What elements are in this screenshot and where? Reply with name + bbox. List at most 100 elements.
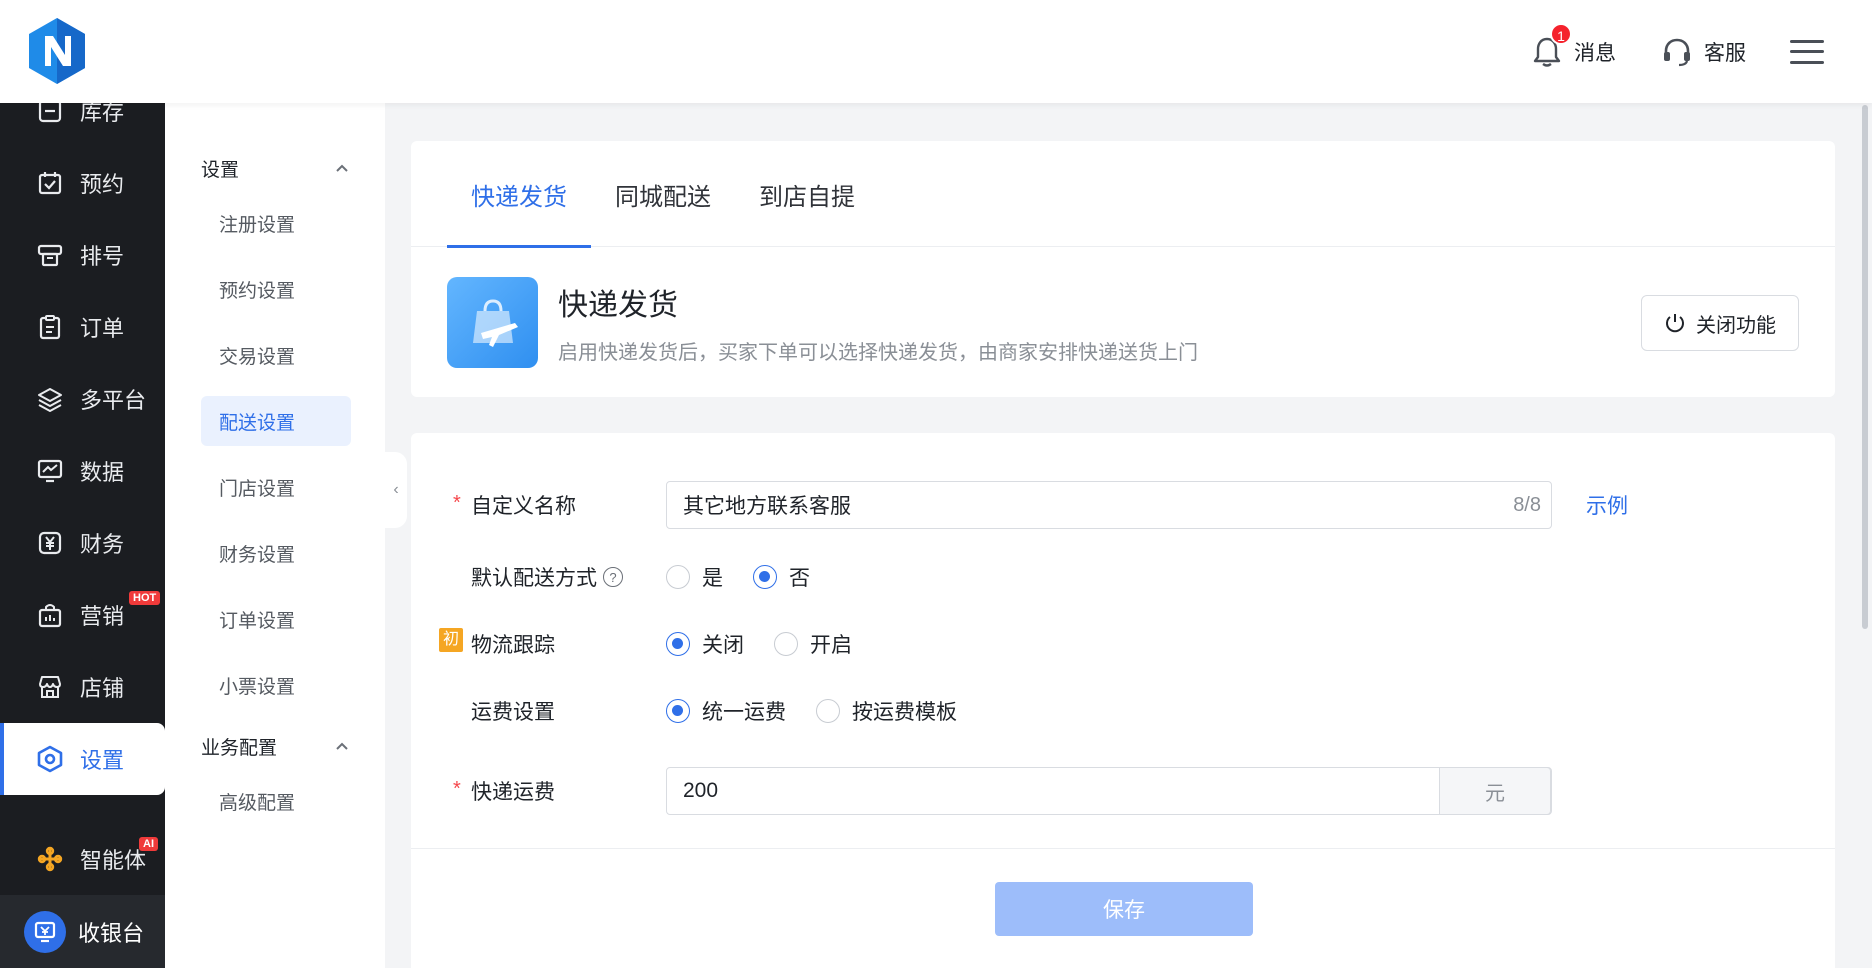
subnav-item-receipt[interactable]: 小票设置 (201, 660, 351, 710)
sidebar-item-label: 库存 (80, 103, 125, 125)
subnav-item-trade[interactable]: 交易设置 (201, 330, 351, 380)
express-shipping-icon (447, 277, 538, 368)
subnav-item-order[interactable]: 订单设置 (201, 594, 351, 644)
sidebar-item-multiplatform[interactable]: 多平台 (0, 363, 165, 435)
radio-off[interactable]: 关闭 (666, 629, 744, 659)
form-divider (411, 848, 1835, 849)
sidebar-item-label: 预约 (80, 172, 125, 197)
customer-service-button[interactable]: 客服 (1660, 35, 1746, 69)
sidebar-item-label: 订单 (80, 316, 125, 341)
sidebar-item-settings[interactable]: 设置 (0, 723, 165, 795)
form-row-express-fee: * 快递运费 200 元 (411, 767, 1835, 815)
radio-yes[interactable]: 是 (666, 562, 723, 592)
radio-fee-template[interactable]: 按运费模板 (816, 696, 957, 726)
form-row-custom-name: * 自定义名称 其它地方联系客服 8/8 示例 (411, 481, 1835, 529)
radio-circle (666, 632, 690, 656)
page-scrollbar[interactable] (1862, 105, 1868, 629)
radio-label: 是 (702, 567, 723, 590)
sidebar-item-label: 多平台 (80, 388, 147, 413)
subnav-item-delivery[interactable]: 配送设置 (201, 396, 351, 446)
feature-description: 启用快递发货后，买家下单可以选择快递发货，由商家安排快递送货上门 (558, 342, 1198, 364)
top-header: 1 消息 客服 (0, 0, 1872, 103)
clipboard-icon (36, 313, 64, 341)
hamburger-menu-icon[interactable] (1790, 35, 1824, 69)
radio-label: 关闭 (702, 634, 744, 657)
hot-badge: HOT (129, 591, 161, 605)
sidebar-item-inventory[interactable]: 库存 (0, 103, 165, 147)
disable-feature-button[interactable]: 关闭功能 (1641, 295, 1799, 351)
disable-feature-label: 关闭功能 (1696, 314, 1776, 337)
tab-local-delivery[interactable]: 同城配送 (591, 141, 735, 247)
cashier-button[interactable]: 收银台 (0, 895, 165, 968)
radio-circle (753, 565, 777, 589)
save-button[interactable]: 保存 (995, 882, 1253, 936)
delivery-tabs: 快递发货 同城配送 到店自提 (411, 141, 1835, 248)
char-counter: 8/8 (1513, 493, 1541, 516)
form-row-default-delivery: 默认配送方式? 是 否 (411, 557, 1835, 597)
subnav-item-reservation[interactable]: 预约设置 (201, 264, 351, 314)
custom-name-label: 自定义名称 (471, 495, 576, 518)
field-label: * 快递运费 (411, 776, 671, 806)
subnav-item-finance[interactable]: 财务设置 (201, 528, 351, 578)
help-icon[interactable]: ? (603, 567, 623, 587)
subnav-group-business[interactable]: 业务配置 (165, 716, 385, 776)
freight-radios: 统一运费 按运费模板 (666, 696, 987, 726)
sidebar-item-reservation[interactable]: 预约 (0, 147, 165, 219)
default-delivery-label: 默认配送方式 (471, 567, 597, 590)
custom-name-input[interactable]: 其它地方联系客服 8/8 (666, 481, 1552, 529)
radio-label: 开启 (810, 634, 852, 657)
default-delivery-radios: 是 否 (666, 562, 840, 592)
brand-logo[interactable] (26, 16, 88, 86)
sidebar-item-finance[interactable]: 财务 (0, 507, 165, 579)
sidebar-item-queue[interactable]: 排号 (0, 219, 165, 291)
chevron-left-icon: ‹ (393, 481, 399, 498)
settings-subnav: 设置 注册设置 预约设置 交易设置 配送设置 门店设置 财务设置 订单设置 小票… (165, 103, 385, 968)
messages-button[interactable]: 1 消息 (1530, 22, 1616, 69)
bell-icon: 1 (1530, 22, 1572, 69)
express-fee-label: 快递运费 (471, 781, 555, 804)
radio-on[interactable]: 开启 (774, 629, 852, 659)
queue-icon (36, 241, 64, 269)
radio-circle (666, 699, 690, 723)
express-fee-input[interactable]: 200 元 (666, 767, 1552, 815)
sidebar-item-label: 设置 (80, 748, 125, 773)
customer-service-label: 客服 (1704, 41, 1746, 65)
settings-icon (36, 745, 64, 773)
example-link[interactable]: 示例 (1586, 490, 1628, 520)
subnav-item-advanced[interactable]: 高级配置 (201, 776, 351, 826)
radio-circle (666, 565, 690, 589)
collapse-subnav-handle[interactable]: ‹ (385, 452, 407, 528)
feature-summary: 快递发货 启用快递发货后，买家下单可以选择快递发货，由商家安排快递送货上门 (447, 277, 1198, 368)
currency-unit: 元 (1439, 767, 1551, 815)
inventory-icon (36, 103, 64, 125)
subnav-group-label: 设置 (201, 159, 240, 181)
subnav-item-register[interactable]: 注册设置 (201, 198, 351, 248)
tab-express[interactable]: 快递发货 (447, 141, 591, 248)
radio-circle (774, 632, 798, 656)
tab-pickup[interactable]: 到店自提 (735, 141, 879, 247)
sidebar-item-label: 店铺 (80, 676, 125, 701)
power-icon (1664, 312, 1686, 334)
sidebar-item-marketing[interactable]: 营销 HOT (0, 579, 165, 651)
radio-no[interactable]: 否 (753, 562, 810, 592)
sidebar-item-store[interactable]: 店铺 (0, 651, 165, 723)
yen-icon (36, 529, 64, 557)
delivery-settings-form: * 自定义名称 其它地方联系客服 8/8 示例 默认配送方式? 是 否 初物流跟踪… (411, 433, 1835, 968)
field-label: 运费设置 (411, 696, 671, 726)
field-label: * 自定义名称 (411, 490, 671, 520)
delivery-feature-card: 快递发货 同城配送 到店自提 快递发货 启用快递发货后，买家下单可以选择快递发货… (411, 141, 1835, 397)
radio-uniform-fee[interactable]: 统一运费 (666, 696, 786, 726)
subnav-group-settings[interactable]: 设置 (165, 138, 385, 198)
freight-label: 运费设置 (471, 701, 555, 724)
ai-badge: AI (139, 837, 158, 851)
logistics-label: 物流跟踪 (471, 634, 555, 657)
field-label: 初物流跟踪 (411, 628, 671, 659)
subnav-item-store[interactable]: 门店设置 (201, 462, 351, 512)
field-label: 默认配送方式? (411, 562, 671, 592)
sidebar-item-data[interactable]: 数据 (0, 435, 165, 507)
radio-circle (816, 699, 840, 723)
express-fee-value: 200 (683, 779, 719, 802)
sidebar-item-agent[interactable]: 智能体 AI (0, 823, 165, 895)
sidebar-item-label: 数据 (80, 460, 125, 485)
sidebar-item-orders[interactable]: 订单 (0, 291, 165, 363)
